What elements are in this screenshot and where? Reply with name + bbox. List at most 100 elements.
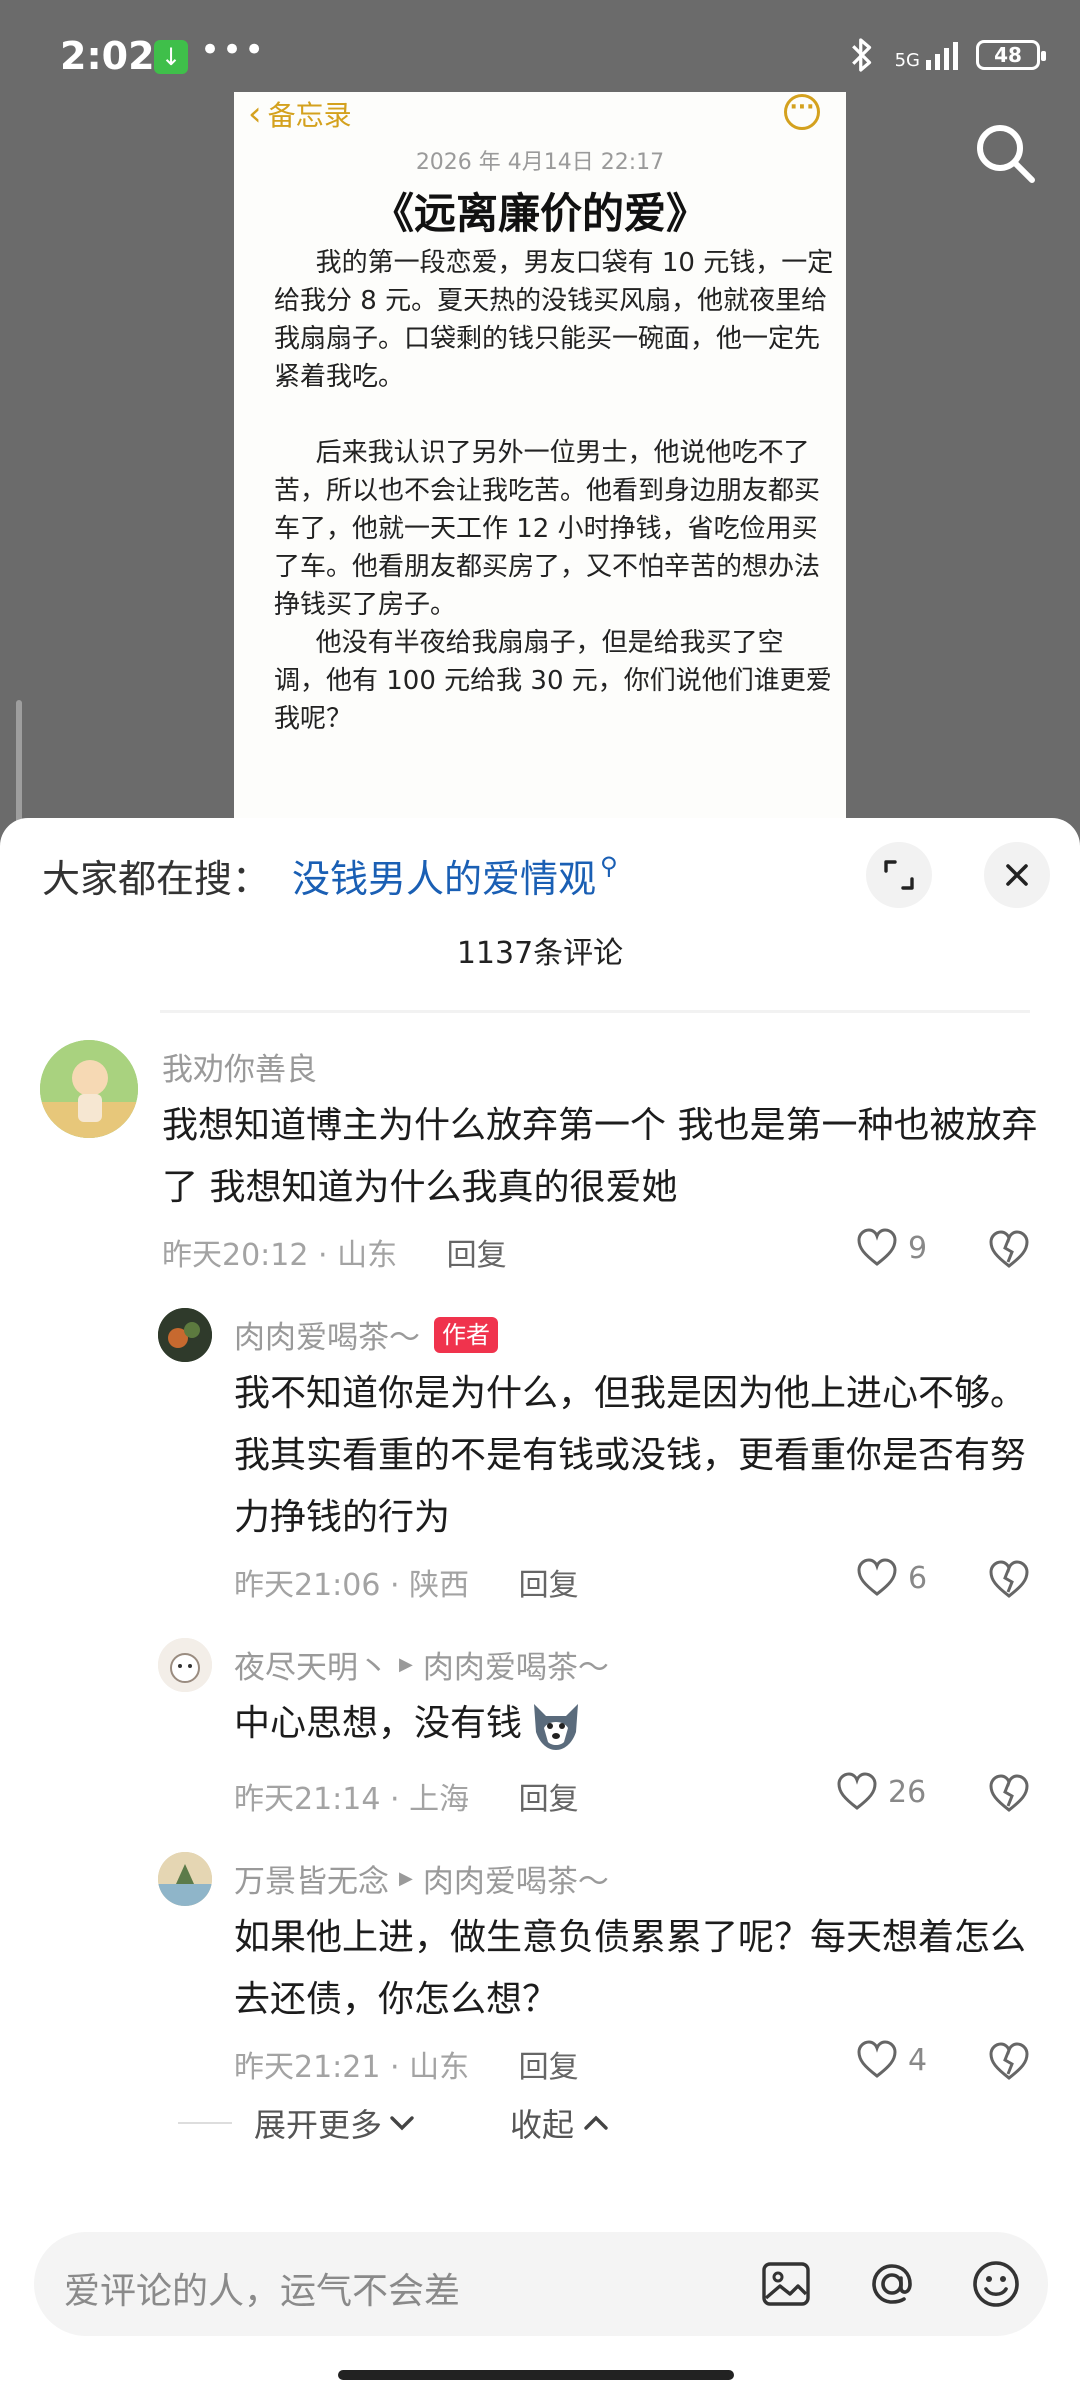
expand-row: 展开更多 收起 [178,2100,610,2146]
memo-paragraph: 后来我认识了另外一位男士，他说他吃不了苦，所以也不会让我吃苦。他看到身边朋友都买… [274,438,821,620]
more-dots-icon: ••• [200,30,267,70]
comment-meta: 昨天21:21 · 山东 回复 [234,2050,579,2085]
signal-indicator: 5G [895,40,958,70]
avatar[interactable] [158,1308,212,1362]
comment-text[interactable]: 如果他上进，做生意负债累累了呢？每天想着怎么去还债，你怎么想？ [234,1907,1034,2031]
comment-time: 昨天21:14 [234,1782,381,1817]
expand-more-button[interactable]: 展开更多 [254,2100,416,2146]
comment-text-content: 中心思想，没有钱 [234,1703,523,1744]
comment-username[interactable]: 夜尽天明丶 ▶ 肉肉爱喝茶～ [234,1642,609,1687]
download-icon: ↓ [154,40,188,74]
hot-search-link[interactable]: 没钱男人的爱情观 [292,848,596,903]
husky-emoji-icon [534,1704,579,1750]
close-button[interactable] [984,842,1050,908]
avatar-image [158,1852,212,1906]
broken-heart-icon[interactable] [988,1774,1030,1814]
more-circle-icon: ··· [784,94,820,130]
reply-button[interactable]: 回复 [447,1238,507,1273]
reply-arrow-icon: ▶ [399,1868,413,1889]
reply-button[interactable]: 回复 [519,1782,579,1817]
comment-text[interactable]: 中心思想，没有钱 [234,1693,1034,1755]
chevron-down-icon [390,2116,414,2131]
expand-icon [884,860,914,890]
comment-text[interactable]: 我不知道你是为什么，但我是因为他上进心不够。我其实看重的不是有钱或没钱，更看重你… [234,1363,1034,1549]
at-mention-icon[interactable] [864,2256,920,2312]
bluetooth-icon [851,38,871,72]
comment-time: 昨天21:06 [234,1568,381,1603]
comment-meta: 昨天20:12 · 山东 回复 [162,1238,507,1273]
comment-location: 陕西 [409,1568,470,1603]
emoji-icon[interactable] [968,2256,1024,2312]
image-icon[interactable] [758,2256,814,2312]
like-button[interactable]: 6 [856,1558,927,1598]
reply-to-username: 肉肉爱喝茶～ [422,1864,609,1900]
expand-button[interactable] [866,842,932,908]
search-icon[interactable] [970,118,1040,188]
close-icon [1006,864,1028,886]
avatar-image [40,1040,138,1138]
memo-title: 《远离廉价的爱》 [371,189,708,238]
chevron-left-icon: ‹ [248,94,262,134]
search-small-icon: ⚲ [600,851,618,880]
memo-paragraph: 我的第一段恋爱，男友口袋有 10 元钱，一定给我分 8 元。夏天热的没钱买风扇，… [274,248,834,392]
memo-back: ‹ 备忘录 [248,94,352,134]
comment-input-placeholder: 爱评论的人，运气不会差 [64,2271,461,2312]
like-count: 4 [908,2042,928,2078]
comment-username[interactable]: 我劝你善良 [162,1044,317,1089]
memo-date: 2026 年 4月14日 22:17 [415,150,665,175]
home-indicator[interactable] [338,2370,734,2380]
like-button[interactable]: 26 [836,1772,926,1812]
like-button[interactable]: 4 [856,2040,927,2080]
heart-icon [857,2040,897,2078]
avatar[interactable] [40,1040,138,1138]
battery-icon: 48 [976,40,1046,70]
memo-paragraph: 他没有半夜给我扇扇子，但是给我买了空调，他有 100 元给我 30 元，你们说他… [274,628,832,734]
memo-screenshot: ‹ 备忘录 ··· 2026 年 4月14日 22:17 《远离廉价的爱》 我的… [234,92,846,832]
comment-meta: 昨天21:14 · 上海 回复 [234,1782,579,1817]
comment-location: 山东 [337,1238,398,1273]
status-time: 2:02 [60,34,155,78]
reply-button[interactable]: 回复 [519,2050,579,2085]
expand-more-label: 展开更多 [254,2106,383,2144]
heart-icon [857,1558,897,1596]
chevron-up-icon [584,2115,608,2130]
broken-heart-icon[interactable] [988,1230,1030,1270]
comment-location: 山东 [409,2050,470,2085]
comment-text[interactable]: 我想知道博主为什么放弃第一个 我也是第一种也被放弃了 我想知道为什么我真的很爱她 [162,1095,1042,1219]
network-label: 5G [894,50,920,71]
comment-time: 昨天20:12 [162,1238,309,1273]
avatar[interactable] [158,1638,212,1692]
like-button[interactable]: 9 [856,1228,927,1268]
memo-body: 我的第一段恋爱，男友口袋有 10 元钱，一定给我分 8 元。夏天热的没钱买风扇，… [274,244,834,738]
reply-arrow-icon: ▶ [399,1654,413,1675]
reply-to-username: 肉肉爱喝茶～ [422,1650,609,1686]
broken-heart-icon[interactable] [988,1560,1030,1600]
like-count: 6 [908,1560,928,1596]
comment-meta: 昨天21:06 · 陕西 回复 [234,1568,579,1603]
comment-location: 上海 [409,1782,470,1817]
collapse-button[interactable]: 收起 [510,2100,610,2146]
reply-button[interactable]: 回复 [519,1568,579,1603]
collapse-label: 收起 [510,2106,575,2144]
divider-line [178,2122,232,2124]
divider [160,1010,1030,1013]
broken-heart-icon[interactable] [988,2042,1030,2082]
like-count: 9 [908,1230,928,1266]
comment-username[interactable]: 肉肉爱喝茶～ 作者 [234,1312,498,1357]
comment-username-text: 夜尽天明丶 [234,1650,389,1686]
comment-count: 1137条评论 [456,936,624,971]
comment-input[interactable]: 爱评论的人，运气不会差 [34,2232,1048,2336]
memo-back-label: 备忘录 [267,99,352,132]
comment-username-text: 万景皆无念 [234,1864,389,1900]
comment-time: 昨天21:21 [234,2050,381,2085]
heart-icon [857,1228,897,1266]
comment-username[interactable]: 万景皆无念 ▶ 肉肉爱喝茶～ [234,1856,609,1901]
signal-bars-icon [926,40,958,70]
like-count: 26 [888,1774,927,1810]
avatar[interactable] [158,1852,212,1906]
heart-icon [837,1772,877,1810]
comment-username-text: 肉肉爱喝茶～ [234,1320,420,1356]
hot-search-bar[interactable]: 大家都在搜： 没钱男人的爱情观 ⚲ [42,848,618,903]
author-badge: 作者 [434,1316,498,1353]
avatar-image [158,1638,212,1692]
